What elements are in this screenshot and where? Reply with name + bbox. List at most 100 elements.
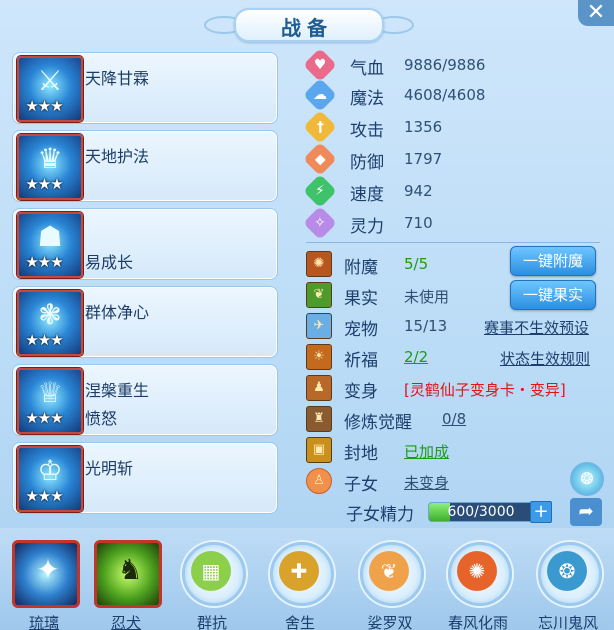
transform-label: 变身: [344, 382, 378, 402]
skill-name: 易成长: [85, 253, 134, 272]
stat-value: 1356: [404, 118, 443, 136]
stat-value: 942: [404, 182, 433, 200]
spirit-icon: ✧: [303, 206, 337, 240]
skill-name: 天降甘霖: [85, 69, 150, 88]
stat-label: 灵力: [350, 217, 384, 237]
stat-row-spirit: ✧ 灵力 710: [303, 206, 606, 240]
star-rating: ★★★: [25, 331, 63, 349]
stat-row-defense: ◆ 防御 1797: [303, 142, 606, 176]
slot-label: 群抗: [196, 614, 227, 630]
ninja-dog-icon: ♞: [94, 540, 162, 608]
ghost-wind-icon: ❂: [547, 551, 587, 591]
child-energy-value: 600/3000: [447, 504, 515, 520]
event-preset-link[interactable]: 赛事不生效预设: [484, 317, 589, 338]
spring-rain-icon: ✺: [457, 551, 497, 591]
skill-card[interactable]: ☗ ★★★ 易成长: [12, 208, 278, 280]
child-energy-label: 子女精力: [346, 505, 414, 525]
skill-card[interactable]: ♕ ★★★ 涅槃重生 愤怒: [12, 364, 278, 436]
awaken-icon: ♜: [306, 406, 332, 432]
one-click-enchant-button[interactable]: 一键附魔: [510, 246, 596, 276]
child-swirl-icon[interactable]: ❂: [570, 462, 604, 496]
slot-label: 忘川鬼风: [537, 614, 598, 630]
bottom-slot[interactable]: ❦ 娑罗双: [356, 536, 426, 630]
sacrifice-icon: ✚: [279, 551, 319, 591]
speed-icon: ⚡: [303, 174, 337, 208]
heart-icon: ♥: [303, 48, 337, 82]
skill-card[interactable]: ♔ ★★★ 光明斩: [12, 442, 278, 514]
stat-label: 速度: [350, 185, 384, 205]
skill-card[interactable]: ⚔ ★★★ 天降甘霖: [12, 52, 278, 124]
enchant-label: 附魔: [344, 258, 378, 278]
stat-row-mp: ☁ 魔法 4608/4608: [303, 78, 606, 112]
slot-label: 春风化雨: [447, 614, 508, 630]
stat-row-speed: ⚡ 速度 942: [303, 174, 606, 208]
territory-label: 封地: [344, 444, 378, 464]
awaken-label: 修炼觉醒: [344, 413, 412, 433]
add-energy-button[interactable]: +: [530, 501, 552, 523]
transform-icon: ♟: [306, 375, 332, 401]
stat-value: 1797: [404, 150, 443, 168]
fruit-label: 果实: [344, 289, 378, 309]
stats-panel: ♥ 气血 9886/9886 ☁ 魔法 4608/4608 † 攻击 1356 …: [300, 48, 606, 526]
battle-prep-panel: 战备 ✕ ⚔ ★★★ 天降甘霖 ♛ ★★★ 天地护法 ☗ ★★★ 易成长 ❃ ★…: [0, 0, 614, 630]
stat-row-attack: † 攻击 1356: [303, 110, 606, 144]
status-rules-link[interactable]: 状态生效规则: [500, 348, 590, 369]
territory-icon: ▣: [306, 437, 332, 463]
child-value[interactable]: 未变身: [404, 472, 449, 493]
blessing-icon: ☀: [306, 344, 332, 370]
fruit-icon: ❦: [306, 282, 332, 308]
pet-icon: ✈: [306, 313, 332, 339]
skill-name: 群体净心: [85, 303, 150, 322]
territory-value[interactable]: 已加成: [404, 441, 449, 462]
bottom-slot[interactable]: ♞ 忍犬: [92, 536, 162, 630]
pet-value: 15/13: [404, 317, 448, 335]
shield-icon: ◆: [303, 142, 337, 176]
star-rating: ★★★: [25, 253, 63, 271]
close-button[interactable]: ✕: [578, 0, 614, 26]
divider: [306, 242, 600, 243]
stat-label: 防御: [350, 153, 384, 173]
bottom-slot[interactable]: ✚ 舍生: [266, 536, 336, 630]
blessing-value[interactable]: 2/2: [404, 348, 428, 366]
stat-row-hp: ♥ 气血 9886/9886: [303, 48, 606, 82]
fruit-value: 未使用: [404, 288, 450, 306]
glaze-orb-icon: ✦: [12, 540, 80, 608]
stat-value: 710: [404, 214, 433, 232]
enchant-icon: ✺: [306, 251, 332, 277]
stat-label: 气血: [350, 59, 384, 79]
group-resist-icon: ▦: [191, 551, 231, 591]
transform-value[interactable]: [灵鹤仙子变身卡・变异]: [404, 379, 566, 400]
skill-card[interactable]: ❃ ★★★ 群体净心: [12, 286, 278, 358]
share-icon[interactable]: ➦: [570, 498, 602, 526]
sword-icon: †: [303, 110, 337, 144]
skill-name: 涅槃重生: [85, 381, 150, 400]
slot-label: 琉璃: [28, 614, 59, 630]
skill-subtitle: 愤怒: [85, 409, 118, 428]
bottom-slot[interactable]: ❂ 忘川鬼风: [534, 536, 604, 630]
bottom-slot[interactable]: ✦ 琉璃: [10, 536, 80, 630]
awaken-value[interactable]: 0/8: [442, 410, 466, 428]
pet-label: 宠物: [344, 320, 378, 340]
child-label: 子女: [344, 475, 378, 495]
skill-name: 光明斩: [85, 459, 134, 478]
stat-label: 魔法: [350, 89, 384, 109]
slot-label: 舍生: [284, 614, 315, 630]
stat-value: 4608/4608: [404, 86, 486, 104]
star-rating: ★★★: [25, 409, 63, 427]
bottom-slot[interactable]: ✺ 春风化雨: [444, 536, 514, 630]
child-energy-bar: 600/3000: [428, 502, 534, 522]
slot-label: 忍犬: [110, 614, 141, 630]
star-rating: ★★★: [25, 175, 63, 193]
skill-list: ⚔ ★★★ 天降甘霖 ♛ ★★★ 天地护法 ☗ ★★★ 易成长 ❃ ★★★ 群体…: [10, 50, 280, 514]
bottom-skill-bar: ✦ 琉璃 ♞ 忍犬 ▦ 群抗 ✚ 舍生 ❦ 娑罗双 ✺ 春风化雨 ❂ 忘川鬼风: [0, 528, 614, 630]
mana-icon: ☁: [303, 78, 337, 112]
skill-name: 天地护法: [85, 147, 150, 166]
star-rating: ★★★: [25, 487, 63, 505]
title-bar: 战备: [204, 6, 414, 42]
bottom-slot[interactable]: ▦ 群抗: [178, 536, 248, 630]
skill-card[interactable]: ♛ ★★★ 天地护法: [12, 130, 278, 202]
child-icon: ♙: [306, 468, 332, 494]
slot-label: 娑罗双: [367, 614, 413, 630]
page-title: 战备: [281, 16, 333, 40]
one-click-fruit-button[interactable]: 一键果实: [510, 280, 596, 310]
